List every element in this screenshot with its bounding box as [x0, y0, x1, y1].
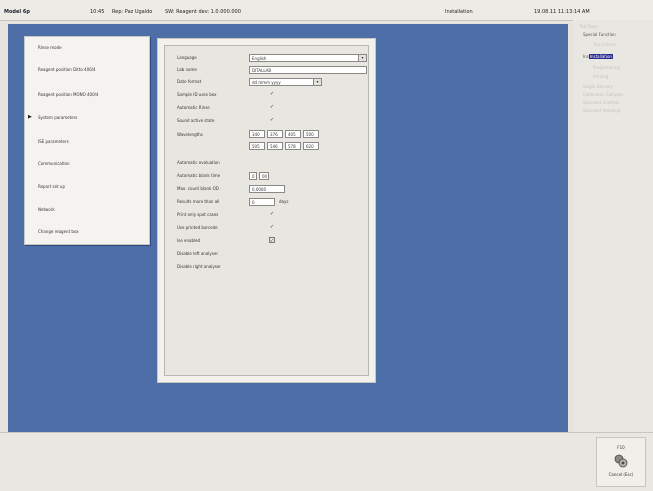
lab-name-input[interactable]: DITALLAB: [249, 66, 367, 74]
navigation-tree: Test Base Special Function Test Entries …: [573, 20, 653, 432]
language-dropdown[interactable]: English ▾: [249, 54, 367, 62]
title-time: 10:45: [90, 9, 105, 15]
chevron-down-icon: ▾: [313, 79, 321, 85]
disable-left-checkbox[interactable]: [269, 250, 275, 256]
automatic-evaluation-label: Automatic evaluation: [177, 160, 220, 165]
cancel-icon: [614, 454, 628, 468]
results-label: Results more than all: [177, 199, 220, 204]
tree-item-standard-controls[interactable]: Standard Controls: [583, 100, 619, 105]
title-datetime: 19.08.11 11:13:14 AM: [534, 9, 590, 15]
wavelength-input[interactable]: 376: [267, 130, 283, 138]
cancel-key-label: F10: [617, 445, 625, 450]
tree-item-printing[interactable]: Printing: [593, 74, 608, 79]
tree-item-installation: Installation: [588, 54, 613, 59]
tree-item-special-function[interactable]: Special Function: [583, 32, 616, 37]
tree-item-single-delivery[interactable]: Single Delivery: [583, 84, 613, 89]
results-input[interactable]: 0: [249, 198, 275, 206]
tree-item-programming[interactable]: Programming: [593, 65, 620, 70]
menu-item-system-parameters[interactable]: System parameters: [28, 114, 77, 120]
bottom-toolbar: [0, 432, 653, 491]
automatic-rinse-label: Automatic Rinse: [177, 105, 210, 110]
max-count-input[interactable]: 0,0000: [249, 185, 285, 193]
system-parameters-form: Language English ▾ Lab name DITALLAB Dat…: [164, 45, 369, 376]
automatic-blank-input[interactable]: 0: [249, 172, 257, 180]
menu-item-reagent-position-mono[interactable]: Reagent position MONO 400/4: [38, 92, 99, 97]
date-format-dropdown[interactable]: dd mmm yyyy ▾: [249, 78, 322, 86]
menu-item-reagent-position-ditto[interactable]: Reagent position Ditto 400/4: [38, 67, 96, 72]
date-format-value: dd mmm yyyy: [252, 80, 281, 85]
menu-item-rinse-mode[interactable]: Rinse mode: [38, 45, 62, 50]
results-unit: days: [279, 199, 289, 204]
cancel-label: Cancel (Esc): [608, 472, 634, 477]
disable-right-label: Disable right analyser: [177, 264, 221, 269]
disable-right-checkbox[interactable]: [269, 263, 275, 269]
menu-item-ise-parameters[interactable]: ISE parameters: [38, 139, 69, 144]
automatic-blank-label: Automatic blank time: [177, 173, 221, 178]
automatic-rinse-checkbox[interactable]: ✓: [269, 104, 275, 110]
chevron-down-icon: ▾: [358, 55, 366, 61]
date-format-label: Date format: [177, 79, 202, 84]
ise-enabled-checkbox[interactable]: ✓: [269, 237, 275, 244]
tree-item-installation-row[interactable]: InsInstallation: [583, 54, 613, 59]
settings-menu: Rinse mode Reagent position Ditto 400/4 …: [24, 36, 150, 245]
tree-item-test-base[interactable]: Test Base: [579, 24, 598, 29]
menu-item-communication[interactable]: Communication: [38, 161, 70, 166]
automatic-blank-unit-input[interactable]: 00: [259, 172, 269, 180]
tree-item-standard-headings[interactable]: Standard Headings: [583, 108, 621, 113]
automatic-evaluation-checkbox[interactable]: [269, 159, 275, 165]
sample-id-label: Sample ID uses box: [177, 92, 217, 97]
menu-item-report-set-up[interactable]: Report set up: [38, 184, 65, 189]
cancel-button[interactable]: F10 Cancel (Esc): [596, 437, 646, 487]
wavelength-input[interactable]: 620: [303, 142, 319, 150]
system-parameters-panel: Language English ▾ Lab name DITALLAB Dat…: [157, 38, 376, 383]
wavelength-input[interactable]: 500: [303, 130, 319, 138]
app-title: Model 6p: [4, 9, 30, 15]
title-software: SW: Reagent dev: 1.0.000.000: [165, 9, 241, 15]
wavelength-input[interactable]: 340: [249, 130, 265, 138]
tree-item-test-entries[interactable]: Test Entries: [593, 42, 616, 47]
sound-label: Sound active state: [177, 118, 215, 123]
sample-id-checkbox[interactable]: ✓: [269, 91, 275, 97]
language-label: Language: [177, 55, 197, 60]
sound-checkbox[interactable]: ✓: [269, 117, 275, 123]
menu-item-network[interactable]: Network: [38, 207, 55, 212]
print-only-label: Print only spot cases: [177, 212, 219, 217]
max-count-label: Max. count blank OD: [177, 186, 219, 191]
wavelength-input[interactable]: 405: [285, 130, 301, 138]
wavelength-input[interactable]: 546: [267, 142, 283, 150]
wavelengths-label: Wavelengths: [177, 132, 203, 137]
tree-item-calibration-samples[interactable]: Calibration Samples: [583, 92, 623, 97]
disable-left-label: Disable left analyser: [177, 251, 218, 256]
title-user: Rep: Paz Ugaldo: [112, 9, 153, 15]
title-status: Installation: [445, 9, 473, 15]
language-value: English: [252, 56, 267, 61]
tree-item-prefix: Ins: [583, 54, 589, 59]
use-printer-checkbox[interactable]: ✓: [269, 224, 275, 230]
print-only-checkbox[interactable]: ✓: [269, 211, 275, 217]
wavelength-input[interactable]: 505: [249, 142, 265, 150]
lab-name-label: Lab name: [177, 67, 197, 72]
ise-enabled-label: Ise enabled: [177, 238, 201, 243]
use-printer-label: Use printed barcode: [177, 225, 218, 230]
title-bar: Model 6p 10:45 Rep: Paz Ugaldo SW: Reage…: [0, 0, 653, 21]
menu-item-change-reagent-box[interactable]: Change reagent box: [38, 229, 79, 234]
wavelength-input[interactable]: 578: [285, 142, 301, 150]
